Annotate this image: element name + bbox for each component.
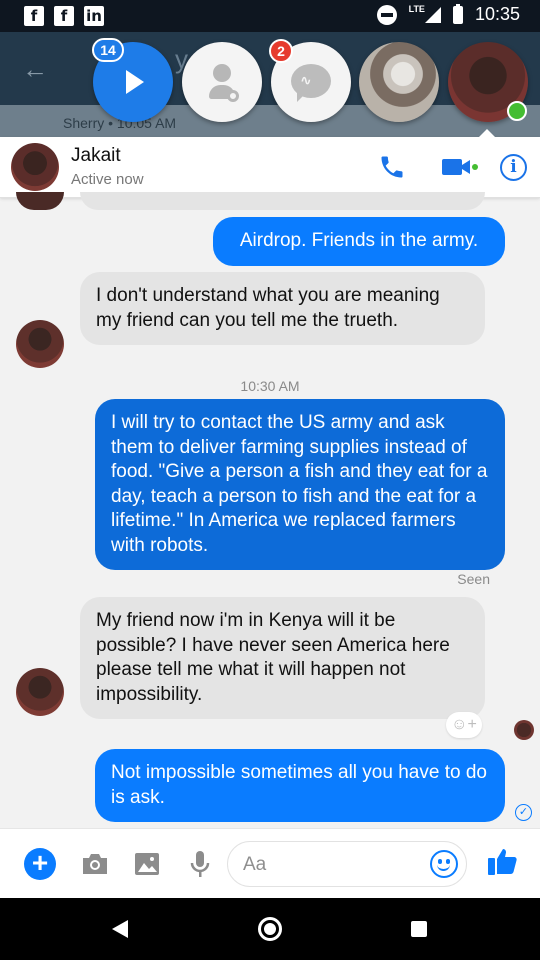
gallery-icon[interactable] <box>131 848 163 880</box>
facebook-icon: f <box>24 6 44 26</box>
emoji-icon[interactable] <box>430 850 458 878</box>
video-unread-badge: 14 <box>92 38 124 62</box>
messenger-icon: ∿ <box>291 64 331 102</box>
battery-icon <box>452 3 463 24</box>
do-not-disturb-icon <box>376 4 397 25</box>
add-reaction-icon[interactable]: ☺+ <box>446 712 482 738</box>
avatar[interactable] <box>16 668 64 716</box>
microphone-icon[interactable] <box>184 848 216 880</box>
facebook-icon: f <box>54 6 74 26</box>
nav-back-icon[interactable] <box>112 920 128 938</box>
chat-head-pointer <box>478 129 496 138</box>
incoming-message[interactable]: I don't understand what you are meaning … <box>80 272 485 345</box>
message-input-placeholder: Aa <box>243 854 267 875</box>
outgoing-message[interactable]: Not impossible sometimes all you have to… <box>95 749 505 822</box>
contact-status: Active now <box>71 171 144 188</box>
network-type: LTE <box>408 3 425 14</box>
contact-chat-head-photo[interactable] <box>359 42 439 122</box>
more-actions-plus-icon[interactable]: + <box>24 848 56 880</box>
camera-icon[interactable] <box>79 848 111 880</box>
message-timestamp: 10:30 AM <box>240 378 300 394</box>
message-composer: + Aa <box>0 828 540 898</box>
info-icon[interactable]: i <box>500 154 527 181</box>
avatar <box>16 192 64 210</box>
phone-icon[interactable] <box>378 153 406 181</box>
contact-name[interactable]: Jakait <box>71 145 121 167</box>
seen-receipt: Seen <box>457 571 490 587</box>
status-bar: f f in LTE 10:35 <box>0 0 540 32</box>
video-call-icon[interactable] <box>441 155 479 179</box>
avatar[interactable] <box>16 320 64 368</box>
thumbs-up-icon[interactable] <box>486 844 520 878</box>
outgoing-message[interactable]: I will try to contact the US army and as… <box>95 399 505 570</box>
signal-icon <box>424 6 441 23</box>
nav-recents-icon[interactable] <box>411 921 427 937</box>
message-input[interactable]: Aa <box>227 841 467 887</box>
read-receipt-avatar <box>514 720 534 740</box>
play-icon <box>126 70 144 94</box>
nav-home-icon[interactable] <box>258 917 282 941</box>
avatar[interactable] <box>11 143 59 191</box>
outgoing-message[interactable]: Airdrop. Friends in the army. <box>213 217 505 266</box>
clock: 10:35 <box>474 4 520 24</box>
messenger-unread-badge: 2 <box>269 39 293 63</box>
notification-icons: f f in <box>24 6 104 26</box>
system-navigation-bar <box>0 898 540 960</box>
online-indicator <box>507 101 527 121</box>
incoming-message[interactable]: My friend now i'm in Kenya will it be po… <box>80 597 485 719</box>
delivered-check-icon: ✓ <box>515 804 532 821</box>
linkedin-icon: in <box>84 6 104 26</box>
chat-header: Jakait Active now i <box>0 129 540 198</box>
back-arrow-icon[interactable]: ← <box>22 54 48 85</box>
contacts-chat-head[interactable] <box>182 42 262 122</box>
person-icon <box>209 64 239 102</box>
partial-incoming-bubble <box>80 192 485 210</box>
